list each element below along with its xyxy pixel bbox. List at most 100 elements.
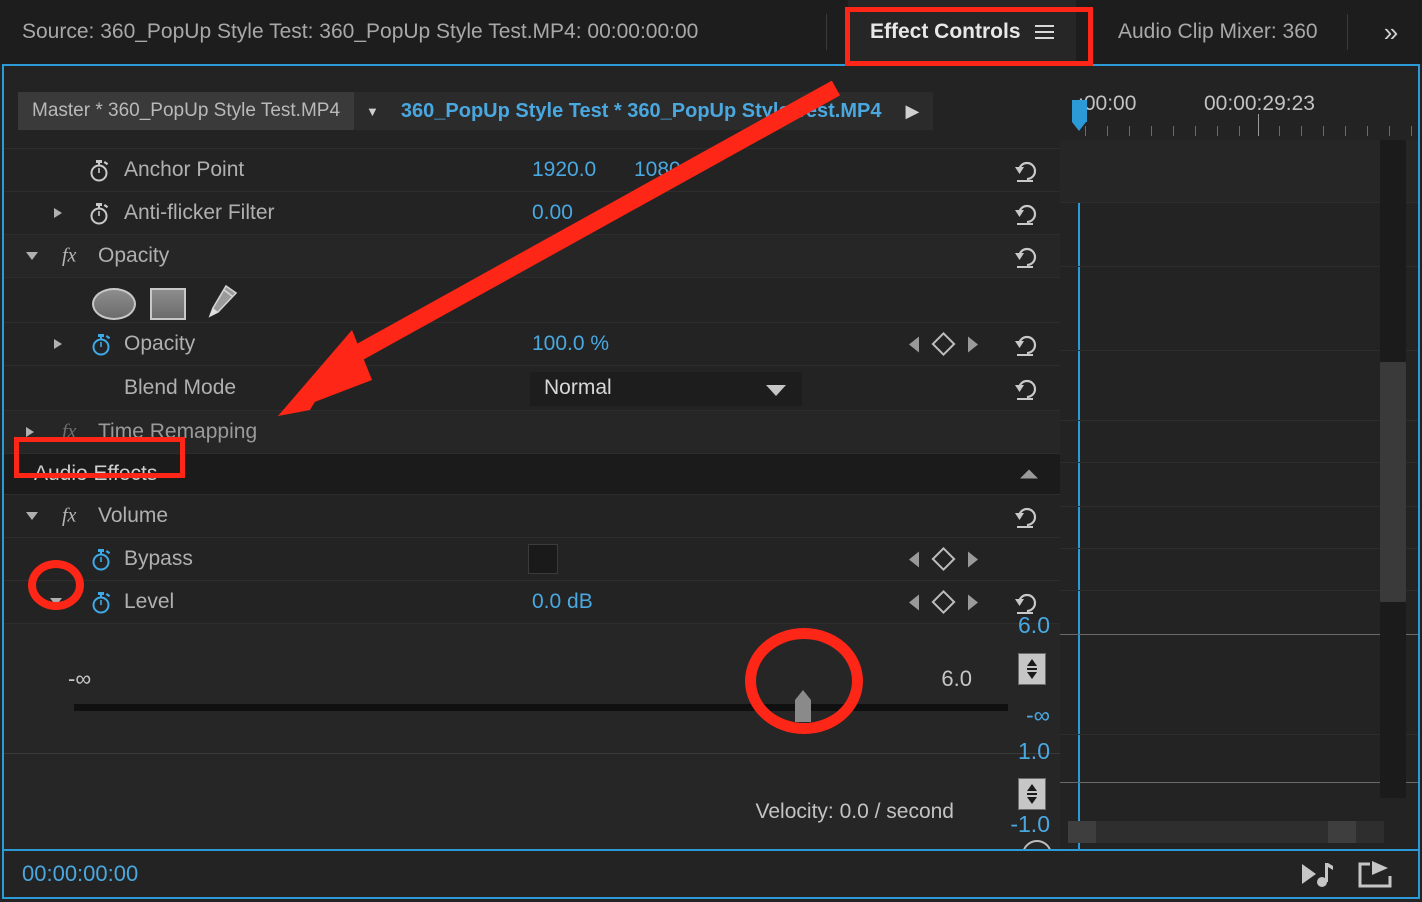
row-bypass[interactable]: Bypass	[4, 537, 1060, 580]
next-keyframe-icon[interactable]	[968, 594, 978, 610]
previous-keyframe-icon[interactable]	[909, 594, 919, 610]
row-label: Opacity	[98, 244, 170, 267]
level-slider-thumb[interactable]	[792, 690, 814, 722]
export-frame-icon[interactable]	[1358, 858, 1394, 890]
anti-flicker-value[interactable]: 0.00	[532, 201, 573, 225]
timeline-row	[1060, 420, 1418, 463]
timeline-row	[1060, 266, 1418, 351]
anchor-point-y-value[interactable]: 1080.0	[634, 158, 698, 182]
row-label: Blend Mode	[124, 376, 237, 399]
timeline-row	[1060, 548, 1418, 591]
level-value[interactable]: 0.0 dB	[532, 590, 593, 614]
row-label: Bypass	[124, 547, 193, 570]
tab-source[interactable]: Source: 360_PopUp Style Test: 360_PopUp …	[0, 0, 720, 64]
bypass-checkbox[interactable]	[528, 544, 558, 574]
tab-source-label: Source: 360_PopUp Style Test: 360_PopUp …	[22, 20, 699, 43]
reset-icon[interactable]	[1014, 157, 1040, 183]
playhead-handle[interactable]	[1072, 100, 1087, 131]
reset-icon[interactable]	[1014, 200, 1040, 226]
horizontal-scrollbar[interactable]	[1068, 821, 1384, 843]
timeline-row	[1060, 590, 1418, 635]
chevron-double-right-icon[interactable]: »	[1368, 0, 1414, 64]
level-max-label: 6.0	[941, 666, 972, 691]
chevron-down-icon[interactable]	[766, 385, 786, 396]
blend-mode-select[interactable]: Normal	[530, 372, 802, 406]
add-keyframe-icon[interactable]	[931, 546, 956, 572]
rectangle-mask-icon[interactable]	[150, 288, 186, 320]
row-anti-flicker-filter[interactable]: Anti-flicker Filter 0.00	[4, 191, 1060, 234]
velocity-graph[interactable]: Velocity: 0.0 / second	[4, 753, 1060, 849]
opacity-value[interactable]: 100.0 %	[532, 332, 609, 356]
disclosure-triangle-icon[interactable]	[26, 512, 38, 520]
triangle-up-icon[interactable]	[1020, 469, 1038, 479]
timeline-row	[1060, 506, 1418, 549]
stopwatch-icon[interactable]	[88, 158, 110, 182]
velocity-graph-stepper[interactable]	[1018, 778, 1046, 810]
panel-tab-bar: Source: 360_PopUp Style Test: 360_PopUp …	[0, 0, 1422, 64]
pen-tool-icon[interactable]	[202, 284, 238, 318]
ellipse-mask-icon[interactable]	[92, 288, 136, 320]
footer-timecode[interactable]: 00:00:00:00	[22, 861, 138, 887]
timeline-level-lane	[1060, 634, 1418, 735]
row-opacity-effect[interactable]: fx Opacity	[4, 234, 1060, 277]
row-time-remapping[interactable]: fx Time Remapping	[4, 410, 1060, 453]
timeline-ticks	[1060, 114, 1418, 136]
disclosure-triangle-icon[interactable]	[26, 427, 34, 437]
keyframe-navigator	[909, 546, 978, 572]
timeline-row	[1060, 140, 1418, 202]
add-keyframe-icon[interactable]	[931, 331, 956, 357]
reset-icon[interactable]	[1014, 375, 1040, 401]
tab-effect-controls[interactable]: Effect Controls	[848, 0, 1076, 64]
tab-divider-3	[1347, 14, 1348, 50]
row-level[interactable]: Level 0.0 dB	[4, 580, 1060, 623]
disclosure-triangle-icon[interactable]	[54, 208, 62, 218]
row-anchor-point[interactable]: Anchor Point 1920.0 1080.0	[4, 148, 1060, 191]
reset-icon[interactable]	[1014, 503, 1040, 529]
stopwatch-icon[interactable]	[88, 201, 110, 225]
play-arrow-icon[interactable]: ▶	[891, 92, 934, 130]
play-audio-only-icon[interactable]	[1300, 859, 1334, 889]
disclosure-triangle-icon[interactable]	[50, 598, 62, 606]
parameter-list: Anchor Point 1920.0 1080.0 Anti-flicker …	[4, 136, 1060, 849]
stopwatch-icon[interactable]	[90, 547, 112, 571]
timeline-ruler[interactable]: :00:00 00:00:29:23	[1060, 92, 1418, 140]
disclosure-triangle-icon[interactable]	[26, 252, 38, 260]
chevron-down-icon[interactable]: ▼	[354, 92, 391, 130]
audio-effects-section-header[interactable]: Audio Effects	[4, 453, 1060, 494]
stopwatch-icon[interactable]	[90, 590, 112, 614]
reset-icon[interactable]	[1014, 243, 1040, 269]
level-slider-track[interactable]	[74, 704, 1008, 711]
timeline-scroll-lower	[1380, 602, 1406, 798]
previous-keyframe-icon[interactable]	[909, 551, 919, 567]
premiere-effect-controls-window: Source: 360_PopUp Style Test: 360_PopUp …	[0, 0, 1422, 902]
previous-keyframe-icon[interactable]	[909, 336, 919, 352]
next-keyframe-icon[interactable]	[968, 551, 978, 567]
row-volume-effect[interactable]: fx Volume	[4, 494, 1060, 537]
next-keyframe-icon[interactable]	[968, 336, 978, 352]
stopwatch-icon[interactable]	[90, 332, 112, 356]
row-label: Level	[124, 590, 175, 613]
row-label: Time Remapping	[98, 420, 258, 443]
add-keyframe-icon[interactable]	[931, 589, 956, 615]
anchor-point-x-value[interactable]: 1920.0	[532, 158, 596, 182]
reset-icon[interactable]	[1014, 331, 1040, 357]
level-graph-stepper[interactable]	[1018, 653, 1046, 685]
tab-audio-clip-mixer[interactable]: Audio Clip Mixer: 360	[1112, 0, 1324, 64]
mask-tools-row	[4, 277, 1060, 322]
disclosure-triangle-icon[interactable]	[54, 339, 62, 349]
sequence-clip-label[interactable]: 360_PopUp Style Test * 360_PopUp Style T…	[390, 92, 892, 130]
velocity-scale-bottom: -1.0	[1010, 811, 1050, 837]
tab-audio-clip-mixer-label: Audio Clip Mixer: 360	[1118, 20, 1318, 43]
vertical-scrollbar[interactable]	[1380, 362, 1406, 602]
row-blend-mode[interactable]: Blend Mode Normal	[4, 365, 1060, 410]
keyframe-navigator	[909, 589, 978, 615]
row-opacity-param[interactable]: Opacity 100.0 %	[4, 322, 1060, 365]
audio-effects-label: Audio Effects	[34, 462, 158, 485]
row-label: Anti-flicker Filter	[124, 201, 275, 224]
master-clip-label[interactable]: Master * 360_PopUp Style Test.MP4	[18, 92, 355, 130]
tab-divider-1	[826, 14, 827, 50]
level-value-graph[interactable]: -∞ 6.0	[4, 623, 1060, 753]
panel-menu-icon[interactable]	[1034, 25, 1054, 39]
velocity-label: Velocity: 0.0 / second	[755, 800, 954, 823]
velocity-scale-top: 1.0	[1018, 738, 1050, 764]
